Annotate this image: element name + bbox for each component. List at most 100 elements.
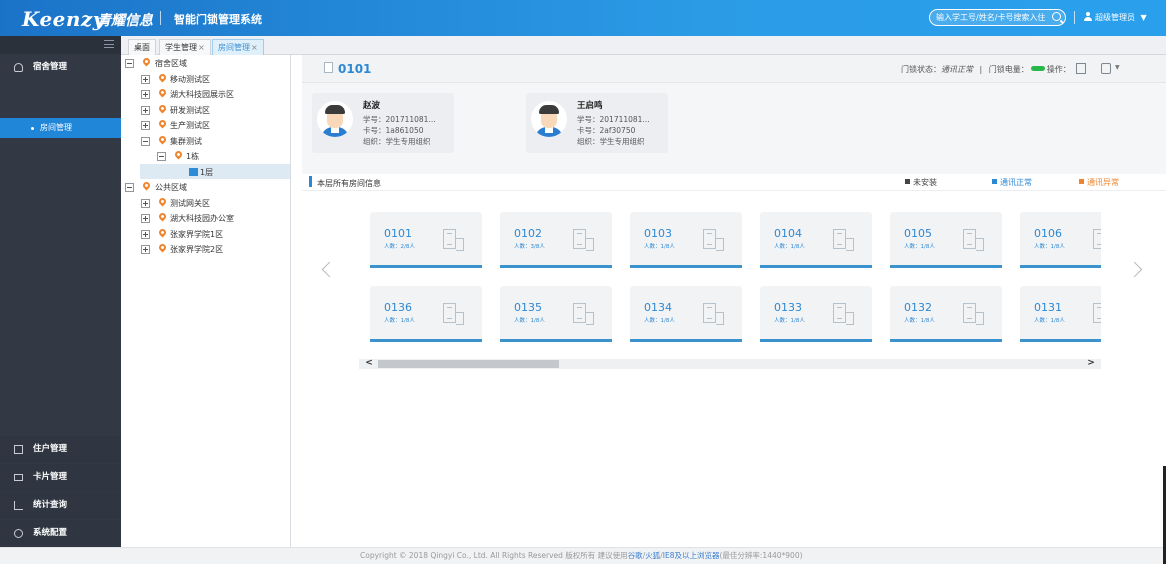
room-occupancy: 人数：3/8人 bbox=[514, 244, 545, 250]
logo: Keenzy bbox=[22, 7, 105, 31]
card-icon bbox=[14, 474, 23, 481]
room-card[interactable]: 0103 人数：1/8人 bbox=[630, 212, 742, 268]
room-number: 0101 bbox=[384, 227, 412, 240]
room-number: 0103 bbox=[644, 227, 672, 240]
legend-normal: 通讯正常 bbox=[992, 177, 1032, 188]
collapse-icon[interactable] bbox=[125, 183, 134, 192]
room-card[interactable]: 0104 人数：1/8人 bbox=[760, 212, 872, 268]
expand-icon[interactable] bbox=[141, 199, 150, 208]
location-pin-icon bbox=[157, 227, 168, 238]
top-header: Keenzy 青耀信息 智能门锁管理系统 输入学工号/姓名/卡号搜索入住 超级管… bbox=[0, 0, 1166, 36]
room-card[interactable]: 0102 人数：3/8人 bbox=[500, 212, 612, 268]
battery-icon bbox=[1030, 66, 1045, 71]
tree-node-label: 公共区域 bbox=[155, 183, 187, 192]
scrollbar-thumb[interactable] bbox=[378, 360, 559, 368]
scroll-right-icon[interactable]: > bbox=[1085, 359, 1097, 369]
tab-desktop[interactable]: 桌面 bbox=[128, 39, 156, 55]
search-icon[interactable] bbox=[1052, 12, 1061, 21]
tab-students[interactable]: 学生管理× bbox=[159, 39, 211, 55]
battery-label: 门锁电量： bbox=[988, 65, 1029, 74]
tree-node-label: 移动测试区 bbox=[170, 75, 210, 84]
expand-icon[interactable] bbox=[141, 245, 150, 254]
room-card[interactable]: 0135 人数：1/8人 bbox=[500, 286, 612, 342]
building-icon bbox=[573, 303, 594, 325]
building-icon bbox=[573, 229, 594, 251]
search-input[interactable]: 输入学工号/姓名/卡号搜索入住 bbox=[929, 9, 1066, 26]
room-number: 0136 bbox=[384, 301, 412, 314]
room-occupancy: 人数：2/8人 bbox=[384, 244, 415, 250]
room-occupancy: 人数：1/8人 bbox=[1034, 244, 1065, 250]
tenant-card-no: 卡号：2af30750 bbox=[577, 126, 636, 135]
tab-rooms[interactable]: 房间管理× bbox=[212, 39, 264, 55]
collapse-icon[interactable] bbox=[141, 137, 150, 146]
room-grid: 0101 人数：2/8人 0102 人数：3/8人 0103 人数：1/8人 0… bbox=[370, 212, 1101, 368]
sidebar-item-card[interactable]: 卡片管理 bbox=[0, 464, 121, 491]
tenant-card-no: 卡号：1a861050 bbox=[363, 126, 424, 135]
lock-status: 门锁状态：通讯正常 | 门锁电量： 操作： bbox=[901, 65, 1071, 74]
header-divider-2 bbox=[1074, 11, 1075, 24]
room-card[interactable]: 0131 人数：1/8人 bbox=[1020, 286, 1101, 342]
expand-icon[interactable] bbox=[141, 75, 150, 84]
building-icon bbox=[833, 229, 854, 251]
location-pin-icon bbox=[157, 196, 168, 207]
location-pin-icon bbox=[173, 149, 184, 160]
chevron-left-icon[interactable] bbox=[321, 261, 338, 278]
sidebar-subitem-room[interactable]: 房间管理 bbox=[0, 118, 121, 138]
close-icon[interactable]: × bbox=[198, 43, 205, 52]
user-menu[interactable]: 超级管理员 ▼ bbox=[1084, 12, 1147, 23]
lock-control-icon[interactable] bbox=[1076, 63, 1086, 74]
room-card[interactable]: 0101 人数：2/8人 bbox=[370, 212, 482, 268]
expand-icon[interactable] bbox=[141, 106, 150, 115]
room-card[interactable]: 0105 人数：1/8人 bbox=[890, 212, 1002, 268]
sidebar-item-label: 系统配置 bbox=[33, 528, 68, 538]
sidebar-item-resident[interactable]: 住户管理 bbox=[0, 436, 121, 463]
tree-node-label: 测试网关区 bbox=[170, 199, 210, 208]
room-number: 0131 bbox=[1034, 301, 1062, 314]
collapse-icon[interactable] bbox=[125, 59, 134, 68]
tenant-org: 组织：学生专用组织 bbox=[363, 137, 431, 146]
tenant-card[interactable]: 赵波 学号：201711081... 卡号：1a861050 组织：学生专用组织 bbox=[312, 93, 454, 153]
collapse-icon[interactable] bbox=[157, 152, 166, 161]
sidebar-item-dorm[interactable]: 宿舍管理 bbox=[0, 54, 121, 81]
tree-node-label: 湖大科技园办公室 bbox=[170, 214, 234, 223]
footer-link-ie[interactable]: IE8及以上浏览器 bbox=[663, 551, 720, 560]
chevron-down-icon[interactable]: ▼ bbox=[1115, 64, 1120, 71]
logo-cn: 青耀信息 bbox=[97, 13, 153, 29]
footer-link-firefox[interactable]: 火狐 bbox=[645, 551, 660, 560]
expand-icon[interactable] bbox=[141, 121, 150, 130]
footer-link-chrome[interactable]: 谷歌 bbox=[628, 551, 643, 560]
floor-icon bbox=[189, 168, 198, 176]
tree-node-label: 宿舍区域 bbox=[155, 59, 187, 68]
sidebar-item-stats[interactable]: 统计查询 bbox=[0, 492, 121, 519]
settings-icon[interactable] bbox=[1101, 63, 1111, 74]
expand-icon[interactable] bbox=[141, 214, 150, 223]
room-occupancy: 人数：1/8人 bbox=[384, 318, 415, 324]
tab-bar: 桌面 学生管理× 房间管理× bbox=[121, 36, 1166, 55]
room-card[interactable]: 0136 人数：1/8人 bbox=[370, 286, 482, 342]
tab-label: 房间管理 bbox=[218, 43, 250, 52]
room-number: 0133 bbox=[774, 301, 802, 314]
horizontal-scrollbar[interactable]: < > bbox=[359, 359, 1101, 369]
rooms-section-header: 本层所有房间信息 未安装 通讯正常 通讯异常 bbox=[302, 174, 1166, 191]
room-number: 0135 bbox=[514, 301, 542, 314]
room-number: 0105 bbox=[904, 227, 932, 240]
location-pin-icon bbox=[157, 72, 168, 83]
expand-icon[interactable] bbox=[141, 90, 150, 99]
expand-icon[interactable] bbox=[141, 230, 150, 239]
operation-label: 操作： bbox=[1046, 65, 1071, 74]
room-card[interactable]: 0106 人数：1/8人 bbox=[1020, 212, 1101, 268]
lock-status-value: 通讯正常 bbox=[941, 65, 973, 74]
sidebar-item-config[interactable]: 系统配置 bbox=[0, 520, 121, 547]
tree-node-label: 张家界学院2区 bbox=[170, 245, 224, 254]
room-card[interactable]: 0132 人数：1/8人 bbox=[890, 286, 1002, 342]
chevron-right-icon[interactable] bbox=[1126, 261, 1143, 278]
close-icon[interactable]: × bbox=[251, 43, 258, 52]
tenant-card[interactable]: 王启鸣 学号：201711081... 卡号：2af30750 组织：学生专用组… bbox=[526, 93, 668, 153]
location-pin-icon bbox=[157, 242, 168, 253]
building-icon bbox=[833, 303, 854, 325]
room-card[interactable]: 0133 人数：1/8人 bbox=[760, 286, 872, 342]
location-pin-icon bbox=[157, 211, 168, 222]
room-card[interactable]: 0134 人数：1/8人 bbox=[630, 286, 742, 342]
menu-collapse-icon[interactable] bbox=[104, 40, 114, 48]
scroll-left-icon[interactable]: < bbox=[363, 359, 375, 369]
